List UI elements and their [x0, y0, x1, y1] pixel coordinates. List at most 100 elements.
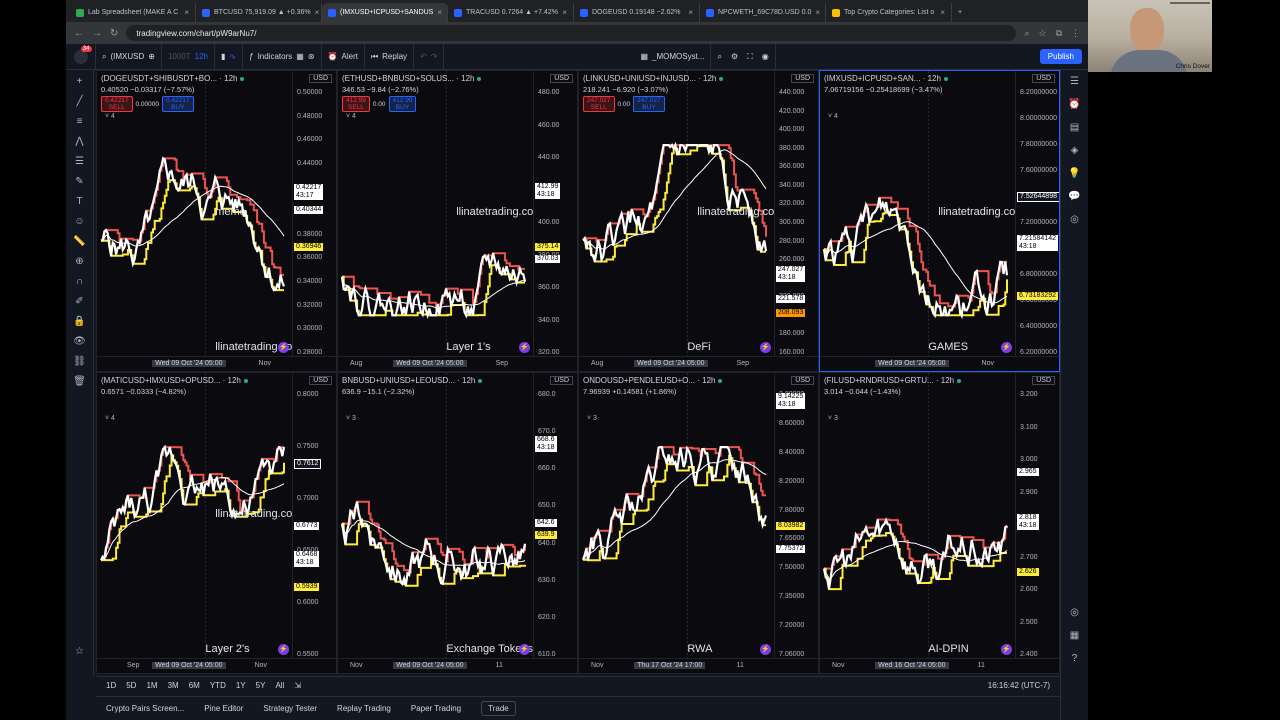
- chart-panel[interactable]: (DOGEUSDT+SHIBUSDT+BO... · 12h 0.40520 −0…: [96, 70, 337, 372]
- watchlist-icon[interactable]: ☰: [1070, 76, 1079, 87]
- sell-button[interactable]: 412.99 SELL: [342, 96, 370, 112]
- lightning-icon[interactable]: ⚡: [278, 644, 289, 655]
- lightning-icon[interactable]: ⚡: [519, 644, 530, 655]
- price-axis[interactable]: 3.2003.1003.0002.9002.8002.7002.6002.500…: [1015, 373, 1059, 660]
- browser-tab[interactable]: TRACUSD 0.7264 ▲ +7.42% ×: [448, 3, 574, 22]
- position-icon[interactable]: ☰: [75, 156, 84, 167]
- publish-button[interactable]: Publish: [1039, 49, 1082, 64]
- fib-icon[interactable]: ≡: [77, 116, 83, 127]
- timeframe-all[interactable]: All: [275, 681, 284, 690]
- currency-label[interactable]: USD: [1032, 74, 1055, 83]
- indicator-count[interactable]: ˅ 4: [346, 113, 356, 120]
- undo-icon[interactable]: ↶: [420, 52, 427, 61]
- indicator-count[interactable]: ˅ 4: [105, 415, 115, 422]
- price-axis[interactable]: 680.0 670.0 660.0 650.0 640.0 630.0 620.0 610.0…: [533, 373, 577, 660]
- calendar-icon[interactable]: ▦: [1070, 630, 1079, 641]
- chart-panel[interactable]: (FILUSD+RNDRUSD+GRTU... · 12h 3.014 −0.04…: [819, 372, 1060, 674]
- chart-panel[interactable]: (IMXUSD+ICPUSD+SAN... · 12h 7.06719156 −0…: [819, 70, 1060, 372]
- chart-panel[interactable]: (LINKUSD+UNIUSD+INJUSD... · 12h 218.241 −…: [578, 70, 819, 372]
- browser-tab[interactable]: DOGEUSD 0.19148 −2.62% ×: [574, 3, 700, 22]
- chart-type-buttons[interactable]: ▮ ∿: [215, 44, 244, 69]
- favorites-icon[interactable]: ☆: [75, 646, 84, 657]
- signals-icon[interactable]: ◎: [1070, 214, 1079, 225]
- currency-label[interactable]: USD: [309, 376, 332, 385]
- timeframe-1d[interactable]: 1D: [106, 681, 116, 690]
- redo-icon[interactable]: ↷: [431, 52, 438, 61]
- timeframe-ytd[interactable]: YTD: [210, 681, 226, 690]
- star-icon[interactable]: ☆: [1038, 28, 1046, 39]
- timeframe-6m[interactable]: 6M: [189, 681, 200, 690]
- time-axis[interactable]: Wed 09 Oct '24 05:00 Nov: [97, 356, 336, 371]
- lightning-icon[interactable]: ⚡: [1001, 644, 1012, 655]
- eye-icon[interactable]: 👁: [73, 336, 86, 347]
- tab-pine-editor[interactable]: Pine Editor: [204, 704, 243, 713]
- zoom-icon[interactable]: ⊕: [75, 256, 83, 267]
- timeframe-1y[interactable]: 1Y: [236, 681, 246, 690]
- indicator-count[interactable]: ˅ 4: [105, 113, 115, 120]
- chart-panel[interactable]: BNBUSD+UNIUSD+LEOUSD... · 12h 636.9 −15.1…: [337, 372, 578, 674]
- close-icon[interactable]: ×: [940, 8, 945, 17]
- emoji-icon[interactable]: ☺: [74, 216, 84, 227]
- fullscreen-icon[interactable]: ⛶: [747, 52, 753, 62]
- chart-title[interactable]: (IMXUSD+ICPUSD+SAN... · 12h: [824, 74, 948, 83]
- search-icon[interactable]: ⌕: [1024, 28, 1029, 39]
- timeframe-3m[interactable]: 3M: [168, 681, 179, 690]
- tab-strategy-tester[interactable]: Strategy Tester: [263, 704, 317, 713]
- stay-drawing-icon[interactable]: ✐: [75, 296, 83, 307]
- tab-replay-trading[interactable]: Replay Trading: [337, 704, 391, 713]
- price-axis[interactable]: 8.20000000 8.00000000 7.80000000 7.60000000…: [1015, 71, 1059, 358]
- currency-label[interactable]: USD: [1032, 376, 1055, 385]
- browser-tab[interactable]: Top Crypto Categories: List o ×: [826, 3, 952, 22]
- browser-tab[interactable]: BTCUSD 75,919.09 ▲ +0.36% ×: [196, 3, 322, 22]
- brush-icon[interactable]: ✎: [75, 176, 83, 187]
- currency-label[interactable]: USD: [550, 74, 573, 83]
- currency-label[interactable]: USD: [791, 74, 814, 83]
- indicator-count[interactable]: ˅ 3: [828, 415, 838, 422]
- chart-panel[interactable]: ONDOUSD+PENDLEUSD+O... · 12h 7.96939 +0.1…: [578, 372, 819, 674]
- data-window-icon[interactable]: ▤: [1070, 122, 1079, 133]
- tab-trade[interactable]: Trade: [481, 701, 516, 716]
- url-input[interactable]: tradingview.com/chart/pW9arNu7/: [126, 25, 1017, 41]
- price-axis[interactable]: 8.800008.600008.400008.200007.800007.650…: [774, 373, 818, 660]
- chart-panel[interactable]: (ETHUSD+BNBUSD+SOLUS... · 12h 346.53 −9.8…: [337, 70, 578, 372]
- close-icon[interactable]: ×: [562, 8, 567, 17]
- chart-title[interactable]: (DOGEUSDT+SHIBUSDT+BO... · 12h: [101, 74, 245, 83]
- alerts-icon[interactable]: ⏰: [1068, 99, 1080, 110]
- profile-avatar[interactable]: 34: [66, 44, 96, 69]
- trash-icon[interactable]: 🗑: [73, 376, 86, 387]
- currency-label[interactable]: USD: [550, 376, 573, 385]
- candles-icon[interactable]: ▮: [221, 52, 225, 61]
- buy-button[interactable]: 412.99 BUY: [388, 96, 417, 112]
- time-axis[interactable]: Wed 09 Oct '24 05:00 Nov 11: [338, 658, 577, 673]
- price-plot[interactable]: [579, 373, 776, 660]
- chart-title[interactable]: (FILUSD+RNDRUSD+GRTU... · 12h: [824, 376, 962, 385]
- line-chart-icon[interactable]: ∿: [229, 52, 236, 61]
- target-icon[interactable]: ◎: [1070, 607, 1079, 618]
- indicator-count[interactable]: ˅ 3: [587, 415, 597, 422]
- browser-tab-active[interactable]: (IMXUSD+ICPUSD+SANDUS ×: [322, 3, 448, 22]
- pattern-icon[interactable]: ⋀: [75, 136, 83, 147]
- tab-paper-trading[interactable]: Paper Trading: [411, 704, 461, 713]
- browser-tab[interactable]: NPCWETH_69C78D.USD 0.0 ×: [700, 3, 826, 22]
- ruler-icon[interactable]: 📏: [73, 236, 85, 247]
- chart-title[interactable]: (LINKUSD+UNIUSD+INJUSD... · 12h: [583, 74, 724, 83]
- close-icon[interactable]: ×: [815, 8, 820, 17]
- price-plot[interactable]: [97, 71, 294, 358]
- chart-title[interactable]: BNBUSD+UNIUSD+LEOUSD... · 12h: [342, 376, 483, 385]
- lightning-icon[interactable]: ⚡: [760, 342, 771, 353]
- text-icon[interactable]: T: [76, 196, 82, 207]
- lightning-icon[interactable]: ⚡: [278, 342, 289, 353]
- time-axis[interactable]: Thu 17 Oct '24 17:00 Nov 11: [579, 658, 818, 673]
- new-tab-button[interactable]: +: [952, 3, 972, 22]
- price-plot[interactable]: [338, 373, 535, 660]
- camera-icon[interactable]: ◉: [762, 52, 769, 61]
- link-icon[interactable]: ⛓: [73, 356, 86, 367]
- forward-icon[interactable]: →: [92, 28, 102, 39]
- currency-label[interactable]: USD: [309, 74, 332, 83]
- time-axis[interactable]: Wed 09 Oct '24 05:00 Aug Sep: [579, 356, 818, 371]
- clock[interactable]: 16:16:42 (UTC-7): [988, 681, 1050, 690]
- sell-button[interactable]: 247.027 SELL: [583, 96, 615, 112]
- close-icon[interactable]: ×: [184, 8, 189, 17]
- price-axis[interactable]: 480.00460.00440.00420.00400.00380.00360.…: [533, 71, 577, 358]
- ideas-icon[interactable]: 💡: [1068, 168, 1080, 179]
